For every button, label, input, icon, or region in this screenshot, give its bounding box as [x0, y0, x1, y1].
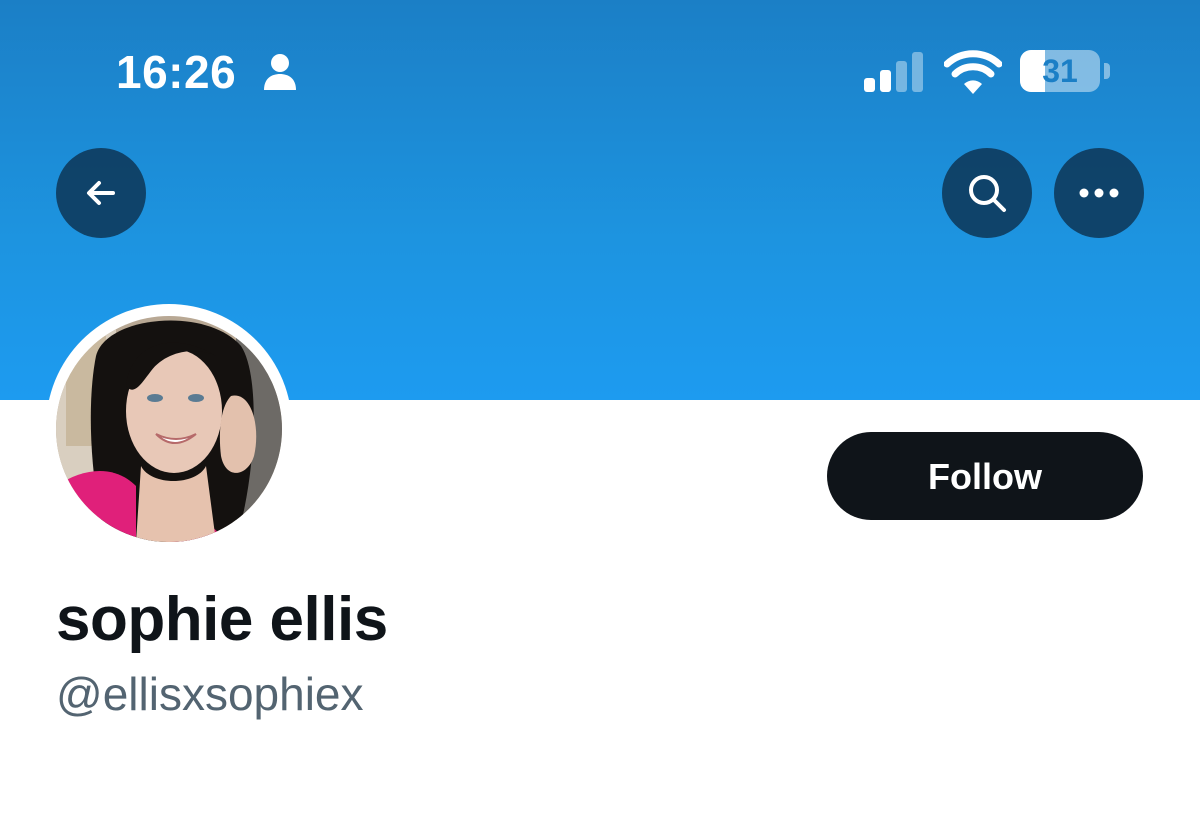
follow-button[interactable]: Follow	[827, 432, 1143, 520]
status-time: 16:26	[116, 46, 237, 98]
more-options-button[interactable]	[1054, 148, 1144, 238]
arrow-left-icon	[87, 181, 115, 205]
search-button[interactable]	[942, 148, 1032, 238]
username-handle: @ellisxsophiex	[56, 668, 364, 720]
avatar[interactable]	[56, 316, 282, 542]
search-icon	[969, 175, 1006, 212]
cellular-signal-icon	[864, 52, 923, 92]
battery-level: 31	[1042, 53, 1078, 89]
profile-screen: 16:26 31 Follow sophie ellis @ellisxsoph…	[0, 0, 1200, 834]
wifi-icon	[944, 50, 1002, 94]
display-name: sophie ellis	[56, 585, 388, 654]
battery-indicator: 31	[1020, 50, 1110, 92]
person-icon	[264, 54, 296, 90]
profile-photo	[56, 316, 282, 542]
more-horizontal-icon	[1079, 188, 1119, 198]
back-button[interactable]	[56, 148, 146, 238]
